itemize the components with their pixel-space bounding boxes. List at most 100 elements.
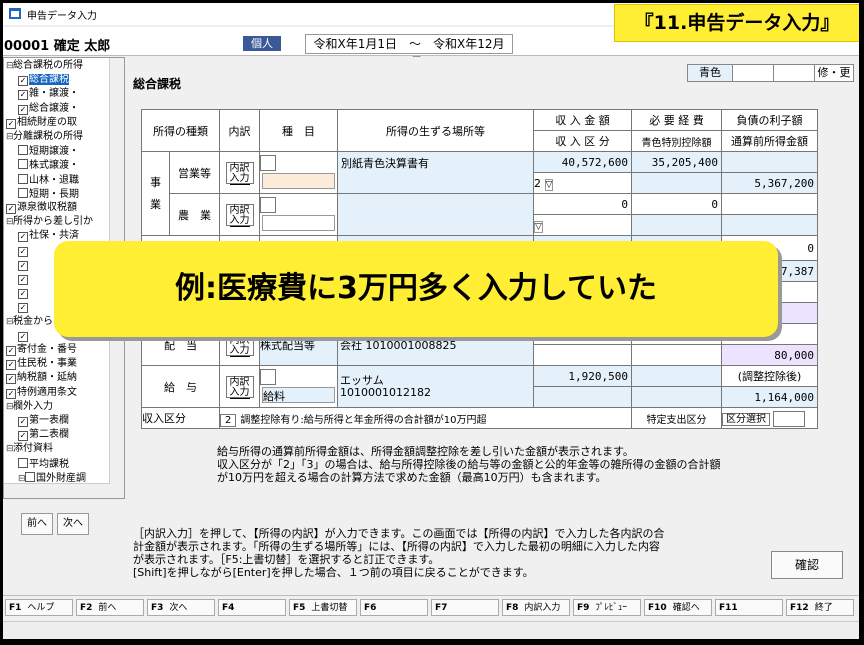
- tree-node[interactable]: ✓ 第二表欄: [18, 429, 69, 442]
- tree-node[interactable]: ✓: [18, 245, 29, 257]
- farm-item-check[interactable]: [260, 196, 276, 213]
- tree-node[interactable]: ⊟総合課税の所得: [6, 60, 83, 72]
- farm-expense[interactable]: 0: [631, 193, 722, 215]
- tree-checkbox[interactable]: [25, 471, 35, 482]
- salary-place[interactable]: エッサム 1010001012182: [337, 365, 534, 408]
- tree-node[interactable]: ✓ 源泉徴収税額: [6, 202, 77, 214]
- tree-checkbox[interactable]: [18, 187, 28, 198]
- salary-detail-button[interactable]: 内訳 入力: [225, 375, 254, 399]
- business-item-check[interactable]: [260, 154, 276, 171]
- tree-scrollbar-horizontal[interactable]: [4, 483, 110, 498]
- farm-deduction[interactable]: [631, 214, 722, 236]
- tree-node[interactable]: ✓ 第一表欄: [18, 415, 69, 427]
- tree-node[interactable]: ✓ 雑・譲渡・: [18, 88, 79, 101]
- tree-checkbox[interactable]: [18, 457, 28, 468]
- fkey-f7[interactable]: F7: [431, 599, 499, 616]
- tree-node[interactable]: ⊟添付資料: [6, 443, 53, 455]
- tree-checkbox[interactable]: ✓: [18, 275, 28, 285]
- tree-node[interactable]: ⊟ 国外財産調: [18, 471, 86, 485]
- tree-checkbox[interactable]: [18, 173, 28, 184]
- tree-node[interactable]: ✓: [18, 301, 29, 314]
- business-place[interactable]: 別紙青色決算書有: [337, 151, 534, 194]
- fkey-f2[interactable]: F2 前へ: [76, 599, 144, 616]
- tree-checkbox[interactable]: ✓: [18, 303, 28, 314]
- tree-checkbox[interactable]: ✓: [6, 204, 16, 214]
- kubun-dropdown-icon[interactable]: ▽: [534, 220, 543, 233]
- tree-checkbox[interactable]: [18, 159, 28, 170]
- tree-node[interactable]: 株式譲渡・: [18, 159, 79, 172]
- business-detail-button[interactable]: 内訳 入力: [225, 161, 254, 185]
- tree-checkbox[interactable]: ✓: [18, 232, 28, 243]
- farm-detail-button[interactable]: 内訳 入力: [225, 203, 254, 227]
- tree-expand-icon[interactable]: ⊟: [18, 473, 26, 485]
- business-deduction[interactable]: [631, 172, 722, 194]
- tree-checkbox[interactable]: ✓: [6, 388, 16, 399]
- tree-expand-icon[interactable]: ⊟: [6, 401, 14, 413]
- business-item-field[interactable]: [262, 172, 335, 189]
- tree-node[interactable]: ⊟欄外入力: [6, 401, 53, 413]
- tree-node[interactable]: ⊟分離課税の所得: [6, 131, 83, 143]
- tree-checkbox[interactable]: ✓: [18, 76, 28, 87]
- salary-income[interactable]: 1,920,500: [533, 365, 632, 387]
- tree-checkbox[interactable]: ✓: [18, 246, 28, 257]
- business-income[interactable]: 40,572,600: [533, 151, 632, 173]
- fkey-f12[interactable]: F12 終了: [786, 599, 854, 616]
- tree-node[interactable]: 短期譲渡・: [18, 145, 79, 158]
- fkey-f3[interactable]: F3 次へ: [147, 599, 215, 616]
- tree-node[interactable]: ✓ 相続財産の取: [6, 117, 77, 129]
- tree-node[interactable]: ⊟所得から差し引か: [6, 216, 93, 228]
- tree-checkbox[interactable]: ✓: [18, 104, 28, 115]
- tree-expand-icon[interactable]: ⊟: [6, 316, 14, 328]
- tree-checkbox[interactable]: ✓: [18, 90, 28, 101]
- tree-node[interactable]: ⊟税金から: [6, 316, 53, 328]
- farm-item-field[interactable]: [262, 214, 335, 231]
- tree-checkbox[interactable]: ✓: [6, 360, 16, 371]
- farm-net-income[interactable]: [721, 214, 818, 236]
- special-expense-field[interactable]: [773, 410, 806, 427]
- fkey-f4[interactable]: F4: [218, 599, 286, 616]
- tree-checkbox[interactable]: ✓: [18, 417, 28, 427]
- tree-node[interactable]: ✓: [18, 259, 29, 271]
- tree-expand-icon[interactable]: ⊟: [6, 443, 14, 455]
- fkey-f11[interactable]: F11: [715, 599, 783, 616]
- tree-node[interactable]: ✓: [18, 330, 29, 342]
- tree-node[interactable]: 短期・長期: [18, 187, 79, 201]
- tree-node[interactable]: ✓ 納税額・延納: [6, 372, 77, 385]
- salary-net-income[interactable]: 1,164,000: [721, 386, 818, 408]
- fkey-f8[interactable]: F8 内訳入力: [502, 599, 570, 616]
- kubun-value[interactable]: 2: [220, 413, 237, 427]
- kubun-select-button[interactable]: 区分選択: [722, 412, 770, 426]
- business-kubun[interactable]: 2 ▽: [533, 172, 632, 194]
- tree-checkbox[interactable]: ✓: [6, 346, 16, 356]
- tree-node[interactable]: ✓ 総合課税: [18, 74, 69, 87]
- kubun-dropdown-icon[interactable]: ▽: [544, 178, 554, 191]
- fkey-f9[interactable]: F9 ﾌﾟﾚﾋﾞｭｰ: [573, 599, 641, 616]
- tree-node[interactable]: ✓ 寄付金・番号: [6, 344, 77, 356]
- tree-expand-icon[interactable]: ⊟: [6, 60, 14, 72]
- fkey-f1[interactable]: F1 ヘルプ: [5, 599, 73, 616]
- tree-checkbox[interactable]: [18, 145, 28, 156]
- tree-checkbox[interactable]: ✓: [18, 431, 28, 442]
- salary-item[interactable]: 給料: [262, 386, 335, 403]
- tree-checkbox[interactable]: ✓: [6, 374, 16, 385]
- business-interest[interactable]: [721, 151, 818, 173]
- fkey-f6[interactable]: F6: [360, 599, 428, 616]
- fkey-f5[interactable]: F5 上書切替: [289, 599, 357, 616]
- confirm-button[interactable]: 確認: [771, 551, 843, 579]
- tree-checkbox[interactable]: ✓: [6, 118, 16, 129]
- farm-kubun[interactable]: ▽: [533, 214, 632, 236]
- business-expense[interactable]: 35,205,400: [631, 151, 722, 173]
- prev-button[interactable]: 前へ: [21, 513, 53, 535]
- dividend-net-income[interactable]: 80,000: [721, 344, 818, 366]
- tree-node[interactable]: ✓ 総合譲渡・: [18, 103, 79, 115]
- tree-node[interactable]: ✓: [18, 273, 29, 285]
- salary-item-check[interactable]: [260, 368, 276, 385]
- tree-checkbox[interactable]: ✓: [18, 260, 28, 271]
- tree-node[interactable]: ✓: [18, 287, 29, 300]
- next-button[interactable]: 次へ: [57, 513, 89, 535]
- tree-node[interactable]: 平均課税: [18, 457, 69, 471]
- farm-interest[interactable]: [721, 193, 818, 215]
- tree-expand-icon[interactable]: ⊟: [6, 131, 14, 143]
- tree-checkbox[interactable]: ✓: [18, 331, 28, 342]
- tree-node[interactable]: 山林・退職: [18, 173, 79, 187]
